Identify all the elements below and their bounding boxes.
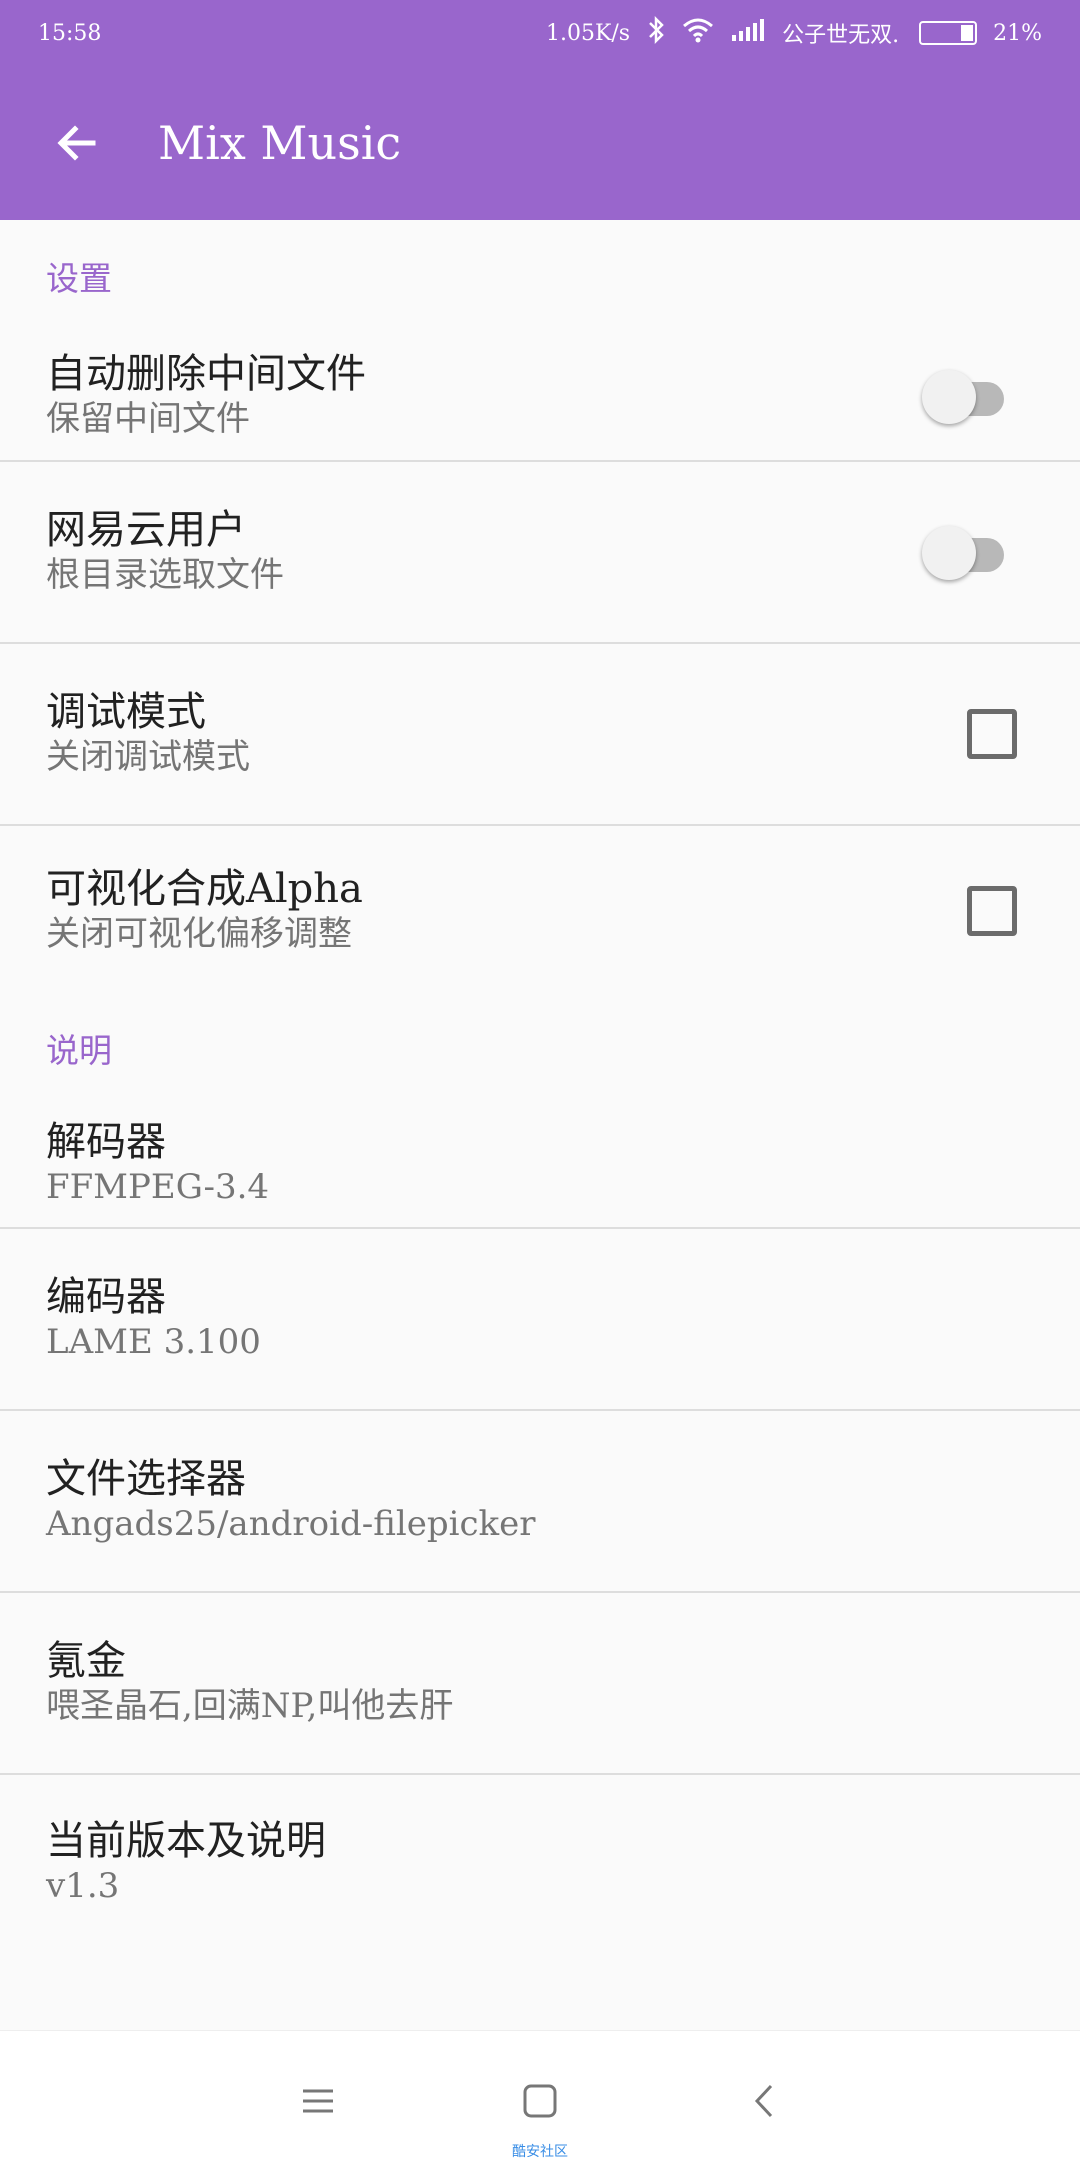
- pref-summary: FFMPEG-3.4: [46, 1166, 270, 1207]
- section-header-settings: 设置: [46, 259, 112, 298]
- battery-icon: [919, 21, 978, 45]
- app-title: Mix Music: [158, 116, 402, 170]
- pref-debug-mode[interactable]: 调试模式 关闭调试模式: [0, 644, 1080, 826]
- back-icon: [754, 2084, 773, 2118]
- battery-percent: 21%: [993, 20, 1042, 46]
- preferences-list: 设置 自动删除中间文件 保留中间文件 网易云用户 根目录选取文件 调试模式 关闭…: [0, 220, 1080, 1951]
- pref-encoder[interactable]: 编码器 LAME 3.100: [0, 1229, 1080, 1411]
- pref-summary: LAME 3.100: [46, 1322, 261, 1362]
- net-speed: 1.05K/s: [545, 20, 631, 46]
- watermark: 酷安社区: [512, 2144, 568, 2160]
- home-button[interactable]: [510, 2071, 570, 2131]
- pref-visual-alpha[interactable]: 可视化合成Alpha 关闭可视化偏移调整: [0, 826, 1080, 996]
- status-time: 15:58: [38, 20, 102, 46]
- home-icon: [523, 2084, 557, 2118]
- pref-version[interactable]: 当前版本及说明 v1.3: [0, 1775, 1080, 1951]
- arrow-back-icon: [57, 125, 96, 161]
- pref-title: 当前版本及说明: [46, 1818, 326, 1864]
- pref-title: 编码器: [46, 1274, 166, 1320]
- pref-file-picker[interactable]: 文件选择器 Angads25/android-filepicker: [0, 1411, 1080, 1593]
- pref-auto-delete[interactable]: 自动删除中间文件 保留中间文件: [0, 332, 1080, 462]
- pref-title: 文件选择器: [46, 1456, 246, 1502]
- pref-title: 氪金: [46, 1638, 126, 1684]
- pref-decoder[interactable]: 解码器 FFMPEG-3.4: [0, 1100, 1080, 1229]
- back-button[interactable]: [37, 103, 117, 183]
- pref-title: 调试模式: [46, 689, 206, 735]
- pref-netease-user[interactable]: 网易云用户 根目录选取文件: [0, 462, 1080, 644]
- menu-icon: [303, 2089, 333, 2113]
- carrier-name: 公子世无双.: [782, 23, 900, 48]
- nav-back-button[interactable]: [735, 2071, 795, 2131]
- signal-icon: [730, 17, 766, 49]
- pref-summary: Angads25/android-filepicker: [46, 1504, 536, 1544]
- pref-title: 可视化合成Alpha: [46, 866, 363, 912]
- pref-summary: 关闭可视化偏移调整: [46, 914, 352, 954]
- app-bar: Mix Music: [0, 66, 1080, 220]
- navigation-bar: 酷安社区: [0, 2030, 1080, 2160]
- pref-summary: 喂圣晶石,回满NP,叫他去肝: [46, 1686, 454, 1726]
- bluetooth-icon: [646, 15, 666, 51]
- pref-summary: 关闭调试模式: [46, 737, 250, 777]
- debug-mode-checkbox[interactable]: [967, 709, 1017, 759]
- pref-donate[interactable]: 氪金 喂圣晶石,回满NP,叫他去肝: [0, 1593, 1080, 1775]
- auto-delete-switch[interactable]: [922, 370, 1008, 424]
- visual-alpha-checkbox[interactable]: [967, 886, 1017, 936]
- section-header-about: 说明: [46, 1031, 112, 1070]
- netease-user-switch[interactable]: [922, 526, 1008, 580]
- status-bar: 15:58 1.05K/s 公子世无双. 21%: [0, 0, 1080, 66]
- menu-button[interactable]: [288, 2071, 348, 2131]
- wifi-icon: [682, 16, 714, 50]
- pref-title: 解码器: [46, 1118, 166, 1165]
- pref-summary: v1.3: [46, 1866, 120, 1906]
